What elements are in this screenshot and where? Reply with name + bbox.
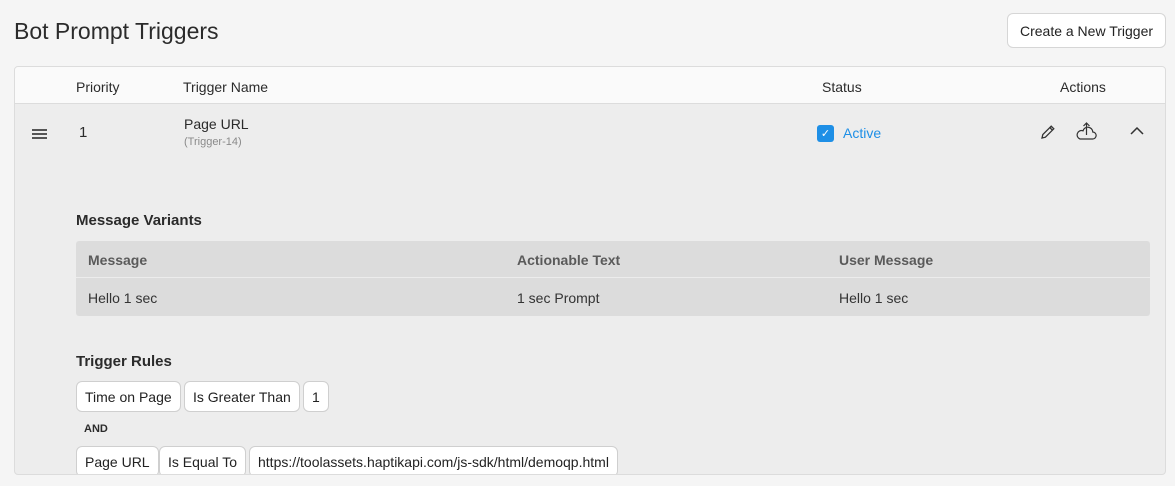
page-header: Bot Prompt Triggers Create a New Trigger xyxy=(0,0,1175,66)
actionable-text-cell: 1 sec Prompt xyxy=(517,290,600,306)
status-checkbox[interactable]: ✓ xyxy=(817,125,834,142)
status-label: Active xyxy=(843,125,882,141)
rule-value-chip: 1 xyxy=(303,381,329,412)
pencil-icon[interactable] xyxy=(1039,123,1057,141)
rule-field-chip: Page URL xyxy=(76,446,159,474)
chevron-up-icon[interactable] xyxy=(1129,126,1145,136)
rule-value-chip: https://toolassets.haptikapi.com/js-sdk/… xyxy=(249,446,618,474)
drag-handle-icon[interactable] xyxy=(32,129,47,139)
message-variants-table: Message Actionable Text User Message Hel… xyxy=(76,241,1150,316)
column-header-user-message: User Message xyxy=(839,252,934,268)
message-variant-row: Hello 1 sec 1 sec Prompt Hello 1 sec xyxy=(76,279,1150,316)
trigger-name: Page URL xyxy=(184,116,249,132)
column-header-status: Status xyxy=(822,79,862,95)
message-variants-header: Message Actionable Text User Message xyxy=(76,241,1150,278)
triggers-table: Priority Trigger Name Status Actions 1 P… xyxy=(14,66,1166,475)
rule-field-chip: Time on Page xyxy=(76,381,181,412)
column-header-trigger-name: Trigger Name xyxy=(183,79,269,95)
page-title: Bot Prompt Triggers xyxy=(14,18,219,44)
trigger-id: (Trigger-14) xyxy=(184,136,242,148)
user-message-cell: Hello 1 sec xyxy=(839,290,909,306)
checkmark-icon: ✓ xyxy=(820,128,831,140)
priority-value: 1 xyxy=(79,124,88,141)
trigger-rules-title: Trigger Rules xyxy=(76,353,172,370)
column-header-message: Message xyxy=(88,252,148,268)
cloud-upload-icon[interactable] xyxy=(1074,120,1098,142)
create-trigger-button[interactable]: Create a New Trigger xyxy=(1007,13,1166,48)
column-header-actionable-text: Actionable Text xyxy=(517,252,621,268)
column-header-actions: Actions xyxy=(1060,79,1106,95)
message-variants-title: Message Variants xyxy=(76,212,202,229)
rule-operator-chip: Is Equal To xyxy=(159,446,247,474)
column-header-priority: Priority xyxy=(76,79,120,95)
message-cell: Hello 1 sec xyxy=(88,290,158,306)
rule-operator-chip: Is Greater Than xyxy=(184,381,300,412)
table-header: Priority Trigger Name Status Actions xyxy=(15,67,1165,104)
rule-connector: AND xyxy=(84,423,108,435)
